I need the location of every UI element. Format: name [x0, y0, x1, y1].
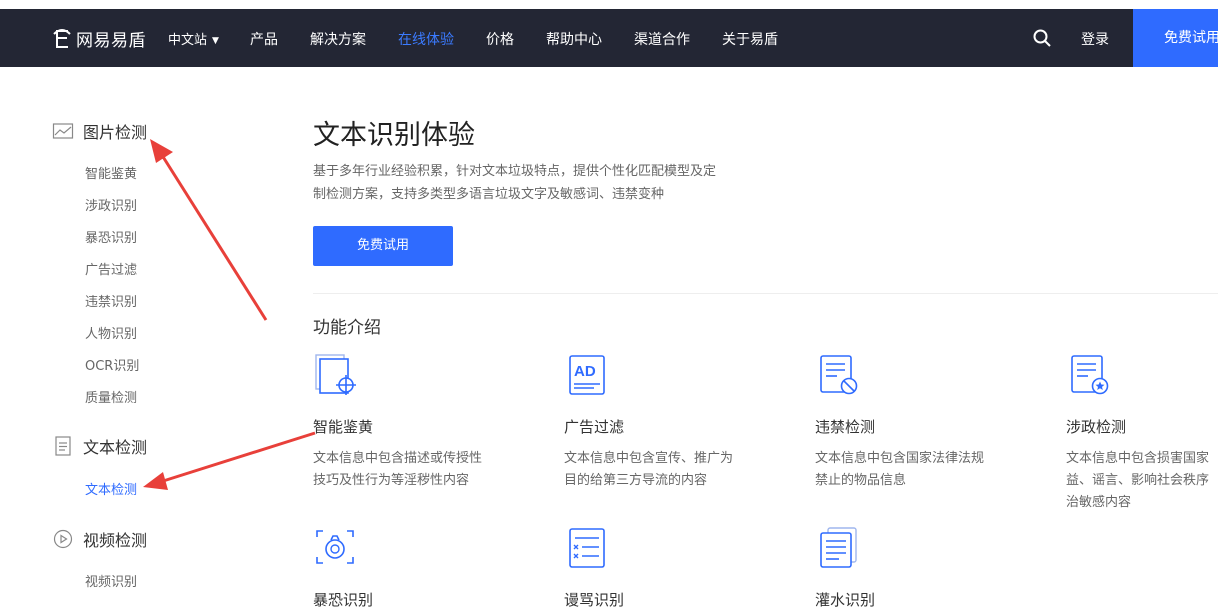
crosshair-doc-icon — [315, 354, 356, 395]
feature-card-spam: 灌水识别 — [815, 525, 1015, 609]
feature-desc-line: 文本信息中包含损害国家 — [1066, 451, 1210, 466]
annotation-arrow-left — [143, 431, 316, 490]
feature-desc: 文本信息中包含描述或传授性 技巧及性行为等淫秽性内容 — [313, 448, 513, 492]
feature-name: 违禁检测 — [815, 418, 876, 436]
feature-name: 广告过滤 — [564, 418, 625, 436]
feature-desc-line: 目的给第三方导流的内容 — [564, 473, 708, 488]
feature-card-prohibited: 违禁检测 文本信息中包含国家法律法规 禁止的物品信息 — [815, 352, 1015, 488]
sidebar-item-text-detection[interactable]: 文本检测 — [85, 479, 137, 498]
list-x-doc-icon — [569, 528, 605, 568]
sidebar-group-video[interactable]: 视频检测 — [52, 527, 147, 551]
sidebar-group-title: 视频检测 — [83, 531, 148, 550]
nav-item-pricing[interactable]: 价格 — [486, 29, 514, 49]
divider — [313, 293, 1218, 294]
nav-item-products[interactable]: 产品 — [250, 29, 278, 49]
feature-card-ads: AD 广告过滤 文本信息中包含宣传、推广为 目的给第三方导流的内容 — [564, 352, 764, 488]
sidebar-group-text[interactable]: 文本检测 — [52, 434, 147, 458]
nav-item-help-center[interactable]: 帮助中心 — [546, 29, 602, 49]
description-line: 基于多年行业经验积累，针对文本垃圾特点，提供个性化匹配模型及定 — [313, 164, 717, 179]
sidebar-item-ocr[interactable]: OCR识别 — [85, 355, 139, 374]
play-icon — [53, 529, 73, 549]
feature-name: 智能鉴黄 — [313, 418, 374, 436]
nav-item-about[interactable]: 关于易盾 — [722, 29, 778, 49]
feature-name: 暴恐识别 — [313, 591, 374, 609]
caret-down-icon: ▼ — [212, 36, 219, 46]
star-doc-icon — [1071, 355, 1109, 395]
page-description: 基于多年行业经验积累，针对文本垃圾特点，提供个性化匹配模型及定 制检测方案，支持… — [313, 160, 763, 206]
stacked-doc-icon — [820, 527, 857, 568]
feature-desc-line: 技巧及性行为等淫秽性内容 — [313, 473, 470, 488]
logo-text: 网易易盾 — [76, 31, 146, 51]
feature-desc: 文本信息中包含损害国家 益、谣言、影响社会秩序 治敏感内容 — [1066, 448, 1218, 514]
feature-desc-line: 治敏感内容 — [1066, 495, 1132, 510]
sidebar-item-video-recognition[interactable]: 视频识别 — [85, 571, 137, 590]
nav-item-online-demo[interactable]: 在线体验 — [398, 29, 454, 49]
sidebar-group-image[interactable]: 图片检测 — [52, 119, 147, 143]
login-link[interactable]: 登录 — [1081, 29, 1109, 49]
nav-item-solutions[interactable]: 解决方案 — [310, 29, 366, 49]
logo-mark-icon — [53, 28, 71, 48]
prohibited-doc-icon — [820, 355, 858, 395]
search-icon[interactable] — [1033, 29, 1051, 47]
top-navbar: 网易易盾 中文站 ▼ 产品 解决方案 在线体验 价格 帮助中心 渠道合作 关于易盾… — [0, 0, 1218, 67]
feature-desc: 文本信息中包含宣传、推广为 目的给第三方导流的内容 — [564, 448, 764, 492]
sidebar-item-prohibited[interactable]: 违禁识别 — [85, 291, 137, 310]
feature-card-politics: 涉政检测 文本信息中包含损害国家 益、谣言、影响社会秩序 治敏感内容 — [1066, 352, 1218, 510]
sidebar-group-title: 文本检测 — [83, 438, 148, 457]
sidebar-group-title: 图片检测 — [83, 123, 148, 142]
sidebar-item-ads[interactable]: 广告过滤 — [85, 259, 137, 278]
top-free-trial-button[interactable]: 免费试用 — [1133, 9, 1218, 67]
feature-name: 谩骂识别 — [564, 591, 625, 609]
free-trial-button[interactable]: 免费试用 — [313, 226, 453, 266]
annotation-arrow-up — [150, 139, 268, 321]
annotation-arrows — [143, 139, 316, 490]
ad-doc-icon: AD — [569, 355, 605, 395]
page-title: 文本识别体验 — [313, 120, 475, 151]
feature-card-abuse: 谩骂识别 — [564, 525, 764, 609]
svg-text:AD: AD — [574, 363, 596, 380]
section-title: 功能介绍 — [313, 318, 381, 338]
sidebar-item-quality[interactable]: 质量检测 — [85, 387, 137, 406]
feature-desc-line: 文本信息中包含描述或传授性 — [313, 451, 483, 466]
nav-language-label: 中文站 — [168, 33, 208, 48]
sidebar-item-terror[interactable]: 暴恐识别 — [85, 227, 137, 246]
feature-card-terror: 暴恐识别 — [313, 525, 513, 609]
bomb-icon — [316, 530, 354, 564]
feature-desc-line: 文本信息中包含国家法律法规 — [815, 451, 985, 466]
sidebar-item-porn[interactable]: 智能鉴黄 — [85, 163, 137, 182]
feature-desc-line: 文本信息中包含宣传、推广为 — [564, 451, 734, 466]
sidebar-item-person[interactable]: 人物识别 — [85, 323, 137, 342]
feature-desc-line: 益、谣言、影响社会秩序 — [1066, 473, 1210, 488]
description-line: 制检测方案，支持多类型多语言垃圾文字及敏感词、违禁变种 — [313, 187, 665, 202]
image-icon — [52, 123, 74, 139]
sidebar-item-politics[interactable]: 涉政识别 — [85, 195, 137, 214]
feature-desc: 文本信息中包含国家法律法规 禁止的物品信息 — [815, 448, 1015, 492]
document-icon — [55, 436, 71, 456]
nav-language-select[interactable]: 中文站 ▼ — [168, 29, 219, 48]
feature-desc-line: 禁止的物品信息 — [815, 473, 907, 488]
feature-card-porn: 智能鉴黄 文本信息中包含描述或传授性 技巧及性行为等淫秽性内容 — [313, 352, 513, 488]
logo[interactable]: 网易易盾 — [52, 26, 146, 51]
feature-name: 涉政检测 — [1066, 418, 1127, 436]
nav-item-channel-partners[interactable]: 渠道合作 — [634, 29, 690, 49]
feature-name: 灌水识别 — [815, 591, 876, 609]
